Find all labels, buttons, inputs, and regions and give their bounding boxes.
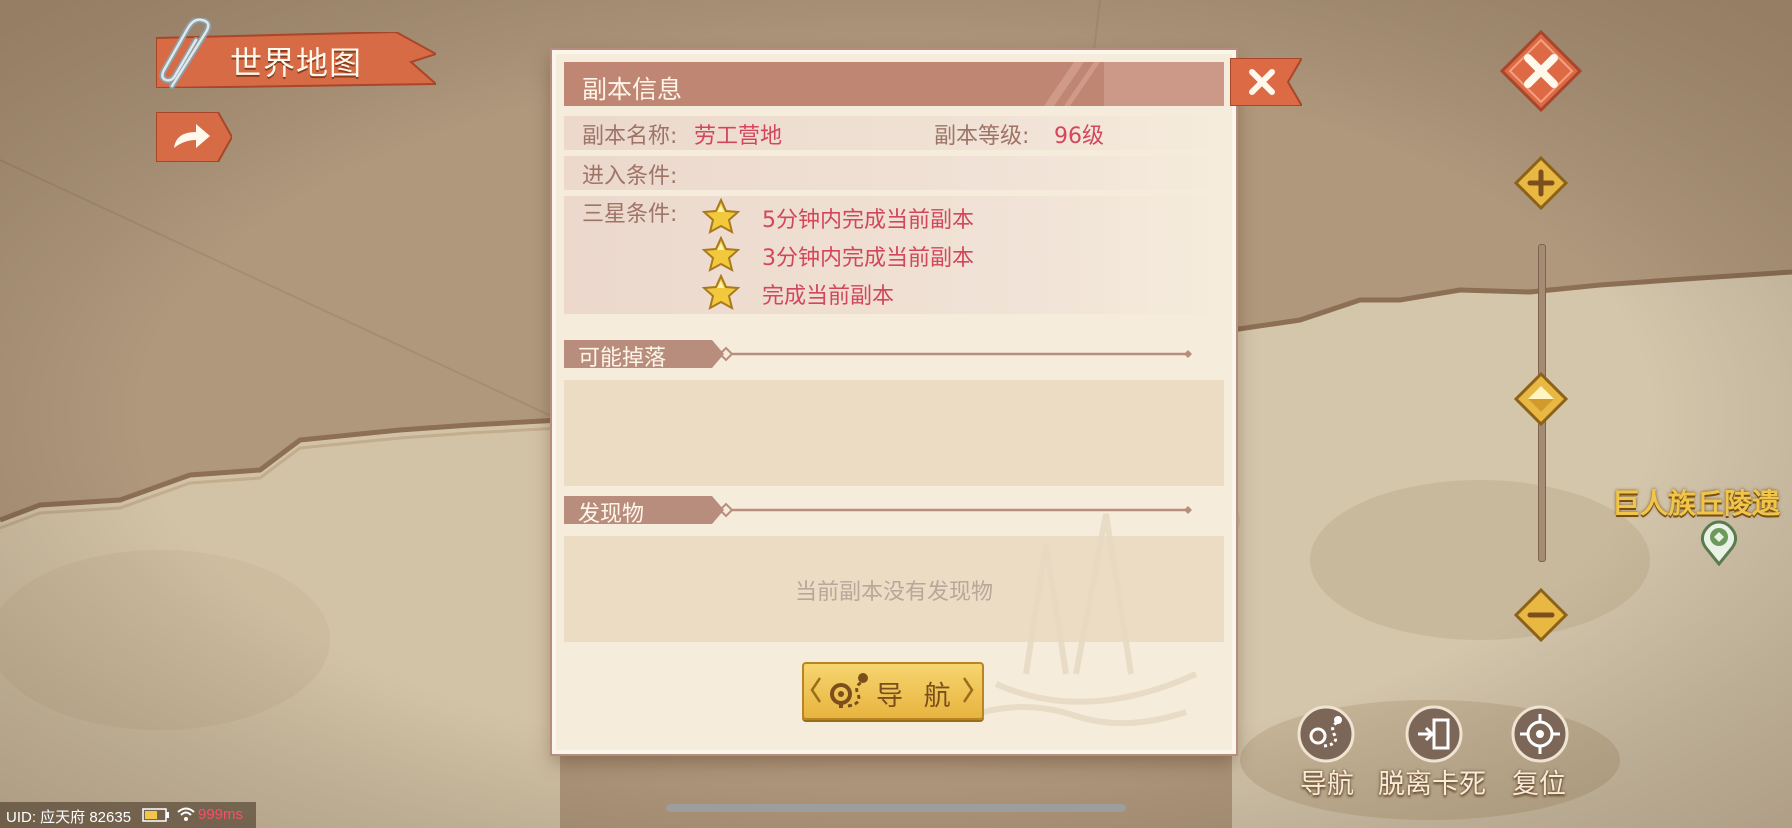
paperclip-icon (159, 18, 212, 89)
navigate-button[interactable]: 导 航 (802, 662, 984, 720)
entry-condition-label: 进入条件: (582, 164, 678, 189)
star-condition-1: 5分钟内完成当前副本 (762, 208, 974, 233)
three-star-row: 三星条件: 5分钟内完成当前副本 3分钟内完成当前副本 完成当前副本 (564, 196, 1224, 314)
back-button[interactable] (156, 112, 232, 162)
star-icon (702, 236, 740, 272)
star-icon (702, 198, 740, 234)
dungeon-info-dialog: 副本信息 副本名称: 劳工营地 副本等级: 96级 进入条件: 三星条件: 5分… (552, 50, 1236, 754)
battery-icon (142, 808, 169, 822)
unstuck-button[interactable] (1404, 704, 1464, 764)
drops-list (564, 380, 1224, 486)
star-condition-2: 3分钟内完成当前副本 (762, 246, 974, 271)
drops-section-label: 可能掉落 (578, 346, 667, 371)
uid-text: UID: 应天府 82635 (6, 809, 132, 826)
left-arrow-icon (810, 677, 822, 703)
dungeon-name-label: 副本名称: (582, 124, 678, 149)
dungeon-level-value: 96级 (1054, 124, 1104, 149)
zoom-slider-handle[interactable] (1514, 372, 1568, 426)
map-close-button[interactable] (1498, 28, 1584, 114)
dungeon-name-value: 劳工营地 (694, 124, 783, 149)
dialog-title: 副本信息 (582, 75, 683, 104)
dialog-header: 副本信息 (564, 62, 1224, 106)
right-arrow-icon (962, 677, 974, 703)
side-navigate-button[interactable] (1296, 704, 1356, 764)
three-star-label: 三星条件: (582, 202, 678, 227)
unstuck-label: 脱离卡死 (1378, 769, 1486, 800)
reset-position-label: 复位 (1512, 769, 1566, 800)
ship-watermark (975, 513, 1198, 727)
entry-condition-row: 进入条件: (564, 156, 1224, 190)
navigate-button-label: 导 航 (876, 681, 957, 712)
location-label[interactable]: 巨人族丘陵遗 (1612, 482, 1780, 522)
wifi-icon (177, 807, 195, 821)
finds-section-label: 发现物 (578, 502, 645, 527)
zoom-in-button[interactable] (1514, 156, 1568, 210)
reset-position-button[interactable] (1510, 704, 1570, 764)
dungeon-name-row: 副本名称: 劳工营地 副本等级: 96级 (564, 116, 1224, 150)
home-indicator[interactable] (666, 804, 1126, 812)
location-marker-icon[interactable] (1700, 520, 1738, 566)
star-icon (702, 274, 740, 310)
ping-text: 999ms (198, 806, 244, 823)
page-title: 世界地图 (230, 44, 363, 82)
dialog-close-button[interactable] (1230, 58, 1302, 106)
zoom-out-button[interactable] (1514, 588, 1568, 642)
route-pin-icon (830, 673, 868, 708)
dungeon-level-label: 副本等级: (934, 124, 1030, 149)
star-condition-3: 完成当前副本 (762, 284, 895, 309)
header-stripes (1044, 62, 1224, 106)
side-navigate-label: 导航 (1300, 769, 1354, 800)
